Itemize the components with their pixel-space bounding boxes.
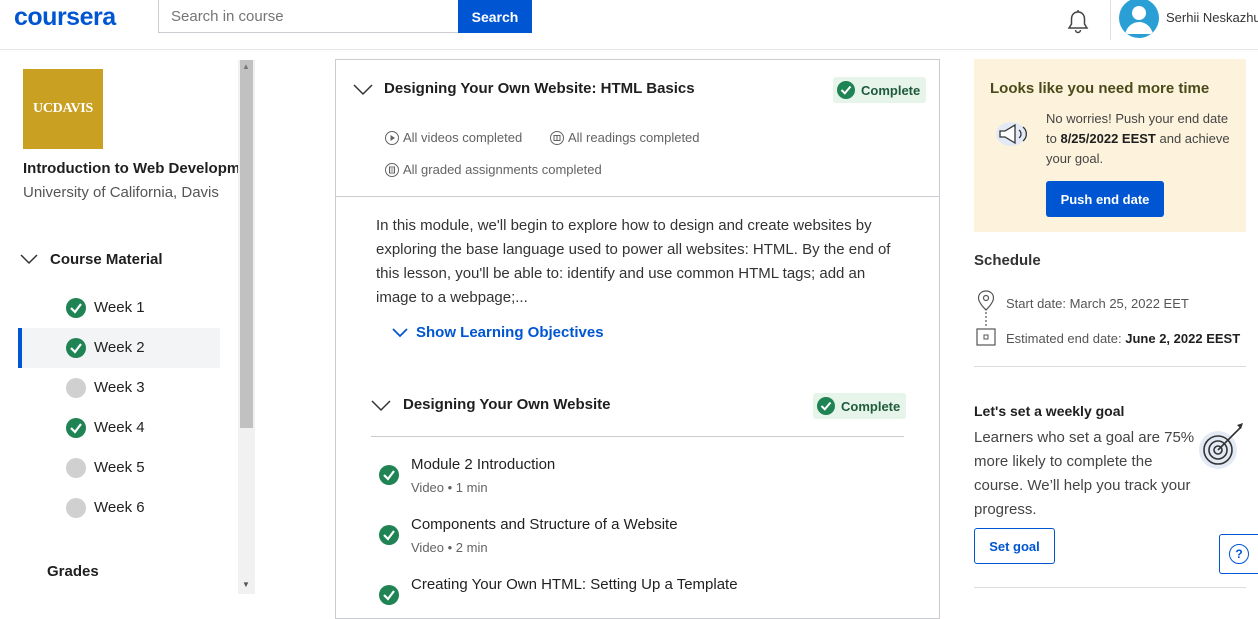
section-title[interactable]: Designing Your Own Website <box>403 396 611 413</box>
set-goal-button[interactable]: Set goal <box>974 528 1055 564</box>
course-material-heading[interactable]: Course Material <box>50 251 163 268</box>
item-title[interactable]: Creating Your Own HTML: Setting Up a Tem… <box>411 576 738 593</box>
start-date: Start date: March 25, 2022 EET <box>1006 296 1189 311</box>
check-circle-icon <box>379 465 399 485</box>
graded-stat-label: All graded assignments completed <box>403 162 602 177</box>
chevron-down-icon[interactable] <box>371 398 391 412</box>
ucdavis-logo: UCDAVIS <box>23 69 103 149</box>
end-date-value: June 2, 2022 EEST <box>1125 331 1241 346</box>
chevron-down-icon <box>392 327 408 337</box>
week-label: Week 5 <box>94 459 145 476</box>
coursera-logo[interactable]: coursera <box>14 3 116 32</box>
megaphone-icon <box>996 122 1027 146</box>
notice-date: 8/25/2022 EEST <box>1060 131 1156 146</box>
week-label: Week 3 <box>94 379 145 396</box>
incomplete-circle-icon <box>66 378 86 398</box>
schedule-timeline-icon <box>976 290 996 346</box>
readings-stat-label: All readings completed <box>568 130 700 145</box>
divider <box>974 366 1246 367</box>
search-input[interactable] <box>158 0 459 33</box>
course-university: University of California, Davis <box>23 184 219 201</box>
help-button[interactable]: ? <box>1219 534 1258 574</box>
check-circle-icon <box>66 418 86 438</box>
check-circle-icon <box>379 585 399 605</box>
check-circle-icon <box>837 81 855 99</box>
end-date: Estimated end date: June 2, 2022 EEST <box>1006 331 1240 346</box>
sidebar-item-week-3[interactable]: Week 3 <box>18 368 220 408</box>
videos-stat: All videos completed <box>385 130 522 145</box>
user-icon <box>1125 6 1153 34</box>
videos-stat-label: All videos completed <box>403 130 523 145</box>
schedule-heading: Schedule <box>974 252 1041 269</box>
assignment-icon <box>385 162 399 177</box>
check-circle-icon <box>66 298 86 318</box>
avatar[interactable] <box>1119 0 1159 38</box>
sidebar-item-week-2[interactable]: Week 2 <box>18 328 220 368</box>
header-divider <box>1110 0 1111 40</box>
more-time-notice: Looks like you need more time No worries… <box>974 59 1246 232</box>
sidebar-item-grades[interactable]: Grades <box>47 563 99 580</box>
module-description: In this module, we'll begin to explore h… <box>376 217 891 306</box>
top-header: coursera Search Serhii Neskazhu <box>0 0 1258 50</box>
bell-icon[interactable] <box>1066 9 1090 35</box>
incomplete-circle-icon <box>66 498 86 518</box>
end-date-label: Estimated end date: <box>1006 331 1126 346</box>
chevron-down-icon[interactable] <box>353 82 373 96</box>
help-icon: ? <box>1229 544 1249 564</box>
badge-label: Complete <box>841 398 901 414</box>
module-title[interactable]: Designing Your Own Website: HTML Basics <box>384 80 695 97</box>
badge-label: Complete <box>861 82 921 98</box>
item-title[interactable]: Components and Structure of a Website <box>411 516 678 533</box>
check-circle-icon <box>817 397 835 415</box>
sidebar-item-week-1[interactable]: Week 1 <box>18 288 220 328</box>
divider <box>974 587 1246 588</box>
play-icon <box>385 130 399 145</box>
scroll-up-icon[interactable]: ▲ <box>242 62 250 71</box>
notice-text: No worries! Push your end date to 8/25/2… <box>1046 109 1241 169</box>
incomplete-circle-icon <box>66 458 86 478</box>
week-label: Week 1 <box>94 299 145 316</box>
readings-stat: All readings completed <box>550 130 700 145</box>
check-circle-icon <box>379 525 399 545</box>
course-title[interactable]: Introduction to Web Development <box>23 160 239 177</box>
week-label: Week 2 <box>94 339 145 356</box>
check-circle-icon <box>66 338 86 358</box>
complete-badge: Complete <box>813 393 907 419</box>
search-button[interactable]: Search <box>458 0 532 33</box>
scroll-down-icon[interactable]: ▼ <box>242 580 250 589</box>
objectives-label: Show Learning Objectives <box>416 324 604 341</box>
push-end-date-button[interactable]: Push end date <box>1046 181 1164 217</box>
week-label: Week 6 <box>94 499 145 516</box>
sidebar-item-week-4[interactable]: Week 4 <box>18 408 220 448</box>
item-meta: Video • 1 min <box>411 480 488 495</box>
notice-title: Looks like you need more time <box>990 80 1210 97</box>
user-name[interactable]: Serhii Neskazhu <box>1166 10 1258 25</box>
goal-text: Learners who set a goal are 75% more lik… <box>974 429 1195 518</box>
item-meta: Video • 2 min <box>411 540 488 555</box>
scrollbar-thumb[interactable] <box>240 60 253 428</box>
module-card: Designing Your Own Website: HTML Basics … <box>335 59 940 619</box>
sidebar-item-week-5[interactable]: Week 5 <box>18 448 220 488</box>
item-title[interactable]: Module 2 Introduction <box>411 456 555 473</box>
complete-badge: Complete <box>833 77 927 103</box>
target-icon <box>1199 423 1243 469</box>
book-icon <box>550 130 564 145</box>
graded-stat: All graded assignments completed <box>385 162 602 177</box>
sidebar-item-week-6[interactable]: Week 6 <box>18 488 220 528</box>
week-label: Week 4 <box>94 419 145 436</box>
show-learning-objectives-link[interactable]: Show Learning Objectives <box>392 324 604 341</box>
goal-title: Let's set a weekly goal <box>974 403 1125 419</box>
ucdavis-logo-text: UCDAVIS <box>33 101 93 116</box>
chevron-down-icon[interactable] <box>20 252 38 266</box>
section-divider <box>371 436 904 437</box>
module-header: Designing Your Own Website: HTML Basics … <box>336 60 939 197</box>
